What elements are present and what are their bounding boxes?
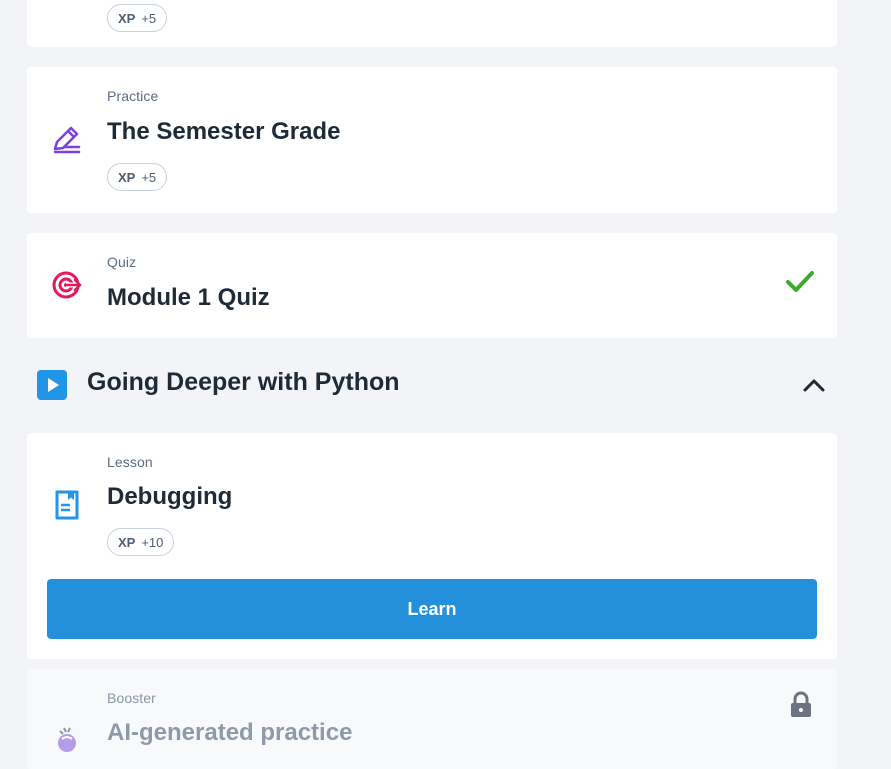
target-icon xyxy=(52,271,82,299)
card-type-label: Booster xyxy=(107,690,156,706)
card-title: Debugging xyxy=(107,483,233,510)
card-title: Module 1 Quiz xyxy=(107,284,270,311)
learn-button[interactable]: Learn xyxy=(47,579,817,639)
xp-label: XP xyxy=(118,10,136,26)
card-type-label: Quiz xyxy=(107,254,137,270)
checkmark-icon xyxy=(786,271,814,292)
card-type-label: Lesson xyxy=(107,454,153,470)
brain-icon xyxy=(58,727,76,752)
card-title: The Semester Grade xyxy=(107,118,341,145)
top-card[interactable]: XP +5 xyxy=(27,0,837,47)
quiz-card[interactable]: Quiz Module 1 Quiz xyxy=(27,233,837,338)
chevron-up-icon[interactable] xyxy=(801,372,827,398)
lock-icon xyxy=(791,691,811,717)
xp-value: +5 xyxy=(141,10,157,26)
practice-card[interactable]: Practice The Semester Grade XP +5 xyxy=(27,67,837,213)
xp-value: +10 xyxy=(141,534,164,550)
xp-value: +5 xyxy=(141,169,157,185)
xp-label: XP xyxy=(118,534,136,550)
xp-badge: XP +5 xyxy=(107,163,168,191)
booster-card: Booster AI-generated practice xyxy=(27,669,837,769)
section-header[interactable]: Going Deeper with Python xyxy=(27,358,837,413)
document-icon xyxy=(55,490,79,520)
card-title: AI-generated practice xyxy=(107,719,353,746)
play-icon xyxy=(37,370,67,400)
pencil-icon xyxy=(53,126,81,154)
xp-label: XP xyxy=(118,169,136,185)
section-title: Going Deeper with Python xyxy=(87,368,400,396)
xp-badge: XP +5 xyxy=(107,4,168,32)
xp-badge: XP +10 xyxy=(107,528,175,556)
card-type-label: Practice xyxy=(107,88,159,104)
lesson-card[interactable]: Lesson Debugging XP +10 Learn xyxy=(27,433,837,659)
